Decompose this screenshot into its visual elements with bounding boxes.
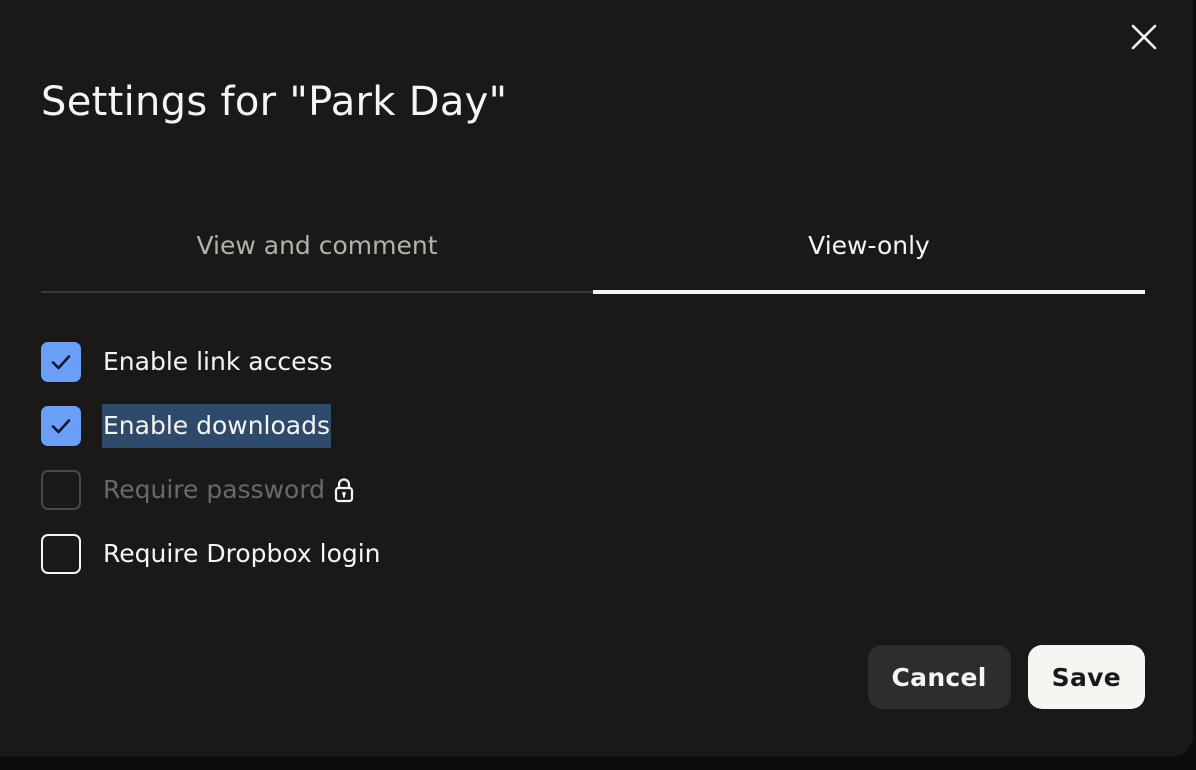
enable-link-access-checkbox[interactable]: [41, 342, 81, 382]
checkmark-icon: [51, 355, 71, 370]
require-password-checkbox: [41, 470, 81, 510]
tab-view-only[interactable]: View-only: [593, 216, 1145, 294]
close-button[interactable]: [1124, 17, 1164, 57]
cancel-button[interactable]: Cancel: [867, 645, 1011, 709]
require-dropbox-login-checkbox[interactable]: [41, 534, 81, 574]
settings-dialog: Settings for "Park Day" View and comment…: [0, 0, 1193, 757]
lock-icon: [334, 477, 354, 503]
enable-downloads-checkbox[interactable]: [41, 406, 81, 446]
enable-downloads-label: Enable downloads: [102, 404, 332, 448]
option-require-dropbox-login[interactable]: Require Dropbox login: [41, 532, 382, 576]
options-list: Enable link access Enable downloads Requ…: [41, 340, 382, 596]
checkmark-icon: [51, 419, 71, 434]
require-password-label: Require password: [103, 475, 326, 504]
enable-link-access-label: Enable link access: [103, 347, 333, 376]
tab-list: View and comment View-only: [41, 216, 1145, 294]
option-enable-downloads[interactable]: Enable downloads: [41, 404, 382, 448]
tab-view-and-comment[interactable]: View and comment: [41, 216, 593, 294]
save-button[interactable]: Save: [1027, 645, 1145, 709]
option-enable-link-access[interactable]: Enable link access: [41, 340, 382, 384]
require-dropbox-login-label: Require Dropbox login: [103, 539, 381, 568]
close-icon: [1131, 24, 1157, 50]
dialog-title: Settings for "Park Day": [41, 79, 508, 125]
option-require-password: Require password: [41, 468, 382, 512]
dialog-actions: Cancel Save: [867, 645, 1145, 709]
